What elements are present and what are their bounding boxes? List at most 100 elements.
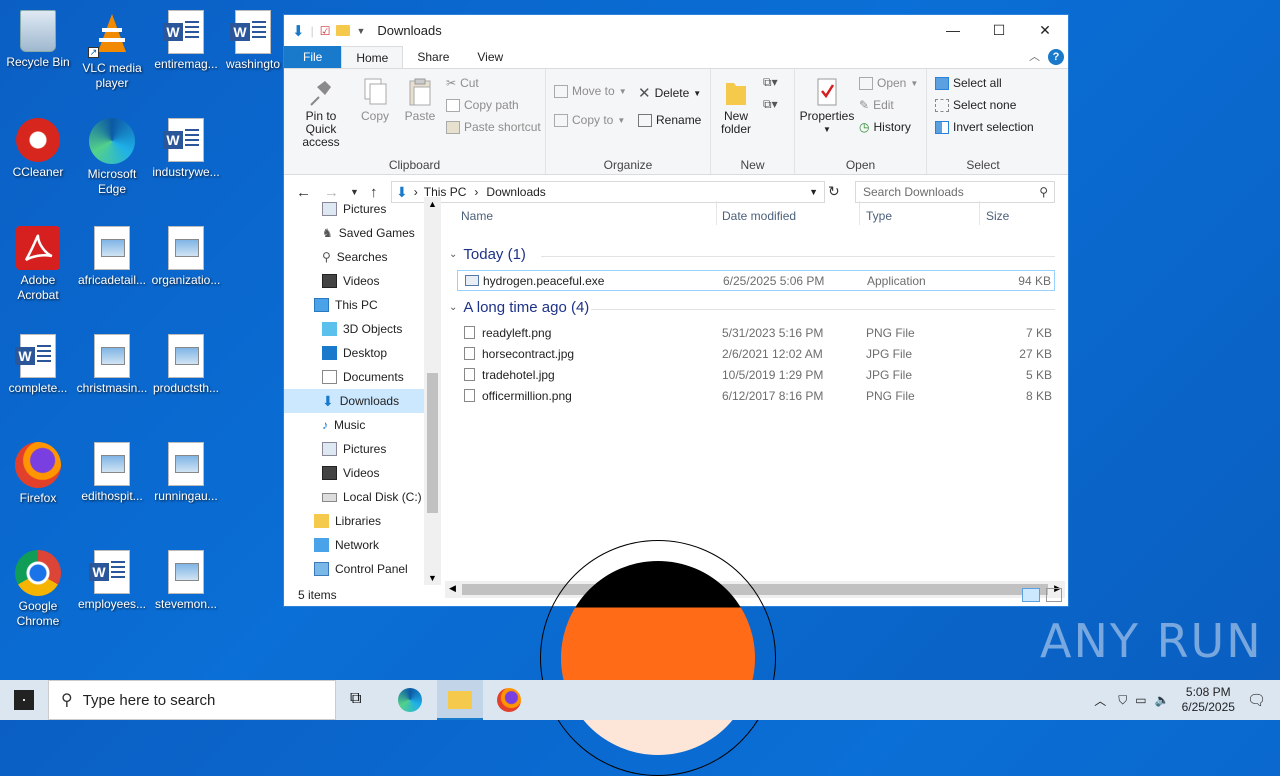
nav-item-3d-objects[interactable]: 3D Objects: [322, 317, 402, 341]
paste-shortcut-button[interactable]: Paste shortcut: [446, 120, 541, 134]
image-file-icon[interactable]: organizatio...: [148, 220, 224, 288]
close-button[interactable]: ✕: [1022, 15, 1068, 46]
select-none-button[interactable]: Select none: [935, 98, 1016, 112]
history-button[interactable]: ◷ History: [859, 120, 911, 134]
scroll-thumb[interactable]: [427, 373, 438, 513]
table-row[interactable]: officermillion.png 6/12/2017 8:16 PM PNG…: [457, 386, 1055, 407]
properties-qa-icon[interactable]: ☑: [320, 24, 331, 38]
nav-item-videos[interactable]: Videos: [322, 269, 379, 293]
nav-item-saved-games[interactable]: ♞ Saved Games: [322, 221, 415, 245]
security-icon[interactable]: ⛉: [1118, 693, 1127, 708]
column-separator[interactable]: [716, 201, 717, 225]
recycle-bin-icon[interactable]: Recycle Bin: [0, 4, 76, 70]
task-view-icon[interactable]: ⧉: [350, 690, 361, 708]
nav-item-videos-pc[interactable]: Videos: [322, 461, 379, 485]
image-file-icon[interactable]: runningau...: [148, 436, 224, 504]
firefox-taskbar-icon[interactable]: [497, 688, 521, 712]
edge-taskbar-icon[interactable]: [398, 688, 422, 712]
properties-button[interactable]: Properties ▼: [799, 77, 855, 136]
nav-item-libraries[interactable]: Libraries: [314, 509, 381, 533]
recent-locations-chevron-icon[interactable]: ▼: [350, 187, 359, 197]
copy-to-button[interactable]: Copy to ▼: [554, 113, 625, 127]
open-button[interactable]: Open ▼: [859, 76, 918, 90]
copy-path-button[interactable]: Copy path: [446, 98, 519, 112]
large-icons-view-icon[interactable]: [1046, 588, 1062, 602]
paste-button[interactable]: Paste: [402, 77, 438, 123]
clock[interactable]: 5:08 PM 6/25/2025: [1182, 685, 1235, 715]
nav-item-desktop[interactable]: Desktop: [322, 341, 387, 365]
chrome-icon[interactable]: Google Chrome: [0, 544, 76, 629]
table-row[interactable]: horsecontract.jpg 2/6/2021 12:02 AM JPG …: [457, 344, 1055, 365]
nav-item-local-disk[interactable]: Local Disk (C:): [322, 485, 422, 509]
maximize-button[interactable]: ☐: [976, 15, 1022, 46]
word-doc-icon[interactable]: complete...: [0, 328, 76, 396]
column-header-size[interactable]: Size: [986, 209, 1009, 223]
image-file-icon[interactable]: edithospit...: [74, 436, 150, 504]
select-all-button[interactable]: Select all: [935, 76, 1002, 90]
ccleaner-icon[interactable]: CCleaner: [0, 112, 76, 180]
table-row[interactable]: hydrogen.peaceful.exe 6/25/2025 5:06 PM …: [457, 270, 1055, 291]
notifications-icon[interactable]: 🗨: [1247, 691, 1266, 709]
group-header-long-ago[interactable]: ⌄ A long time ago (4): [449, 299, 589, 316]
nav-item-searches[interactable]: ⚲ Searches: [322, 245, 388, 269]
invert-selection-button[interactable]: Invert selection: [935, 120, 1034, 134]
details-view-icon[interactable]: [1022, 588, 1040, 602]
cut-button[interactable]: ✂ Cut: [446, 76, 479, 90]
easy-access-icon[interactable]: ⧉▾: [763, 97, 778, 112]
nav-item-control-panel[interactable]: Control Panel: [314, 557, 408, 581]
vlc-icon[interactable]: ↗ VLC media player: [74, 4, 150, 91]
word-doc-icon[interactable]: entiremag...: [148, 4, 224, 72]
word-doc-icon[interactable]: washingto: [222, 4, 284, 72]
scroll-down-icon[interactable]: ▼: [428, 573, 437, 583]
column-header-date[interactable]: Date modified: [722, 209, 796, 223]
nav-scrollbar[interactable]: ▲ ▼: [424, 197, 441, 585]
image-file-icon[interactable]: productsth...: [148, 328, 224, 396]
nav-item-downloads[interactable]: ⬇ Downloads: [284, 389, 424, 413]
customize-qa-chevron-icon[interactable]: ▼: [356, 26, 365, 36]
scroll-up-icon[interactable]: ▲: [428, 199, 437, 209]
image-file-icon[interactable]: christmasin...: [74, 328, 150, 396]
file-explorer-taskbar-icon[interactable]: [437, 680, 483, 720]
move-to-button[interactable]: Move to ▼: [554, 84, 627, 98]
word-doc-icon[interactable]: employees...: [74, 544, 150, 612]
help-icon[interactable]: ?: [1048, 49, 1064, 65]
start-button[interactable]: [14, 690, 34, 710]
nav-item-network[interactable]: Network: [314, 533, 379, 557]
minimize-button[interactable]: —: [930, 15, 976, 46]
image-file-icon[interactable]: stevemon...: [148, 544, 224, 612]
network-tray-icon[interactable]: ▭: [1135, 693, 1146, 707]
edit-button[interactable]: ✎ Edit: [859, 98, 894, 112]
taskbar-search-input[interactable]: ⚲ Type here to search: [48, 680, 336, 720]
firefox-icon[interactable]: Firefox: [0, 436, 76, 506]
delete-button[interactable]: ✕ Delete ▼: [638, 84, 701, 102]
column-separator[interactable]: [859, 201, 860, 225]
new-item-icon[interactable]: ⧉▾: [763, 75, 778, 90]
image-file-icon[interactable]: africadetail...: [74, 220, 150, 288]
tab-home[interactable]: Home: [341, 46, 404, 68]
column-header-name[interactable]: Name: [461, 209, 493, 223]
volume-icon[interactable]: 🔈: [1155, 693, 1170, 707]
nav-item-pictures-pc[interactable]: Pictures: [322, 437, 386, 461]
show-hidden-icons-chevron-icon[interactable]: ︿: [1094, 692, 1106, 709]
nav-item-pictures[interactable]: Pictures: [322, 197, 386, 221]
group-header-today[interactable]: ⌄ Today (1): [449, 246, 526, 263]
column-header-type[interactable]: Type: [866, 209, 892, 223]
acrobat-icon[interactable]: Adobe Acrobat: [0, 220, 76, 303]
word-doc-icon[interactable]: industrywe...: [148, 112, 224, 180]
nav-item-this-pc[interactable]: This PC: [314, 293, 378, 317]
address-dropdown-icon[interactable]: ▼: [809, 187, 818, 197]
rename-button[interactable]: Rename: [638, 113, 701, 127]
nav-item-music[interactable]: ♪ Music: [322, 413, 365, 437]
nav-item-documents[interactable]: Documents: [322, 365, 404, 389]
tab-file[interactable]: File: [284, 46, 342, 68]
ribbon-collapse-icon[interactable]: ︿: [1029, 48, 1040, 64]
new-folder-qa-icon[interactable]: [336, 25, 351, 36]
copy-button[interactable]: Copy: [359, 77, 391, 123]
tab-view[interactable]: View: [463, 46, 517, 68]
table-row[interactable]: readyleft.png 5/31/2023 5:16 PM PNG File…: [457, 323, 1055, 344]
column-separator[interactable]: [979, 201, 980, 225]
edge-icon[interactable]: Microsoft Edge: [74, 112, 150, 197]
pin-to-quick-access-button[interactable]: Pin to Quick access: [290, 77, 352, 149]
table-row[interactable]: tradehotel.jpg 10/5/2019 1:29 PM JPG Fil…: [457, 365, 1055, 386]
new-folder-button[interactable]: New folder: [715, 77, 757, 136]
